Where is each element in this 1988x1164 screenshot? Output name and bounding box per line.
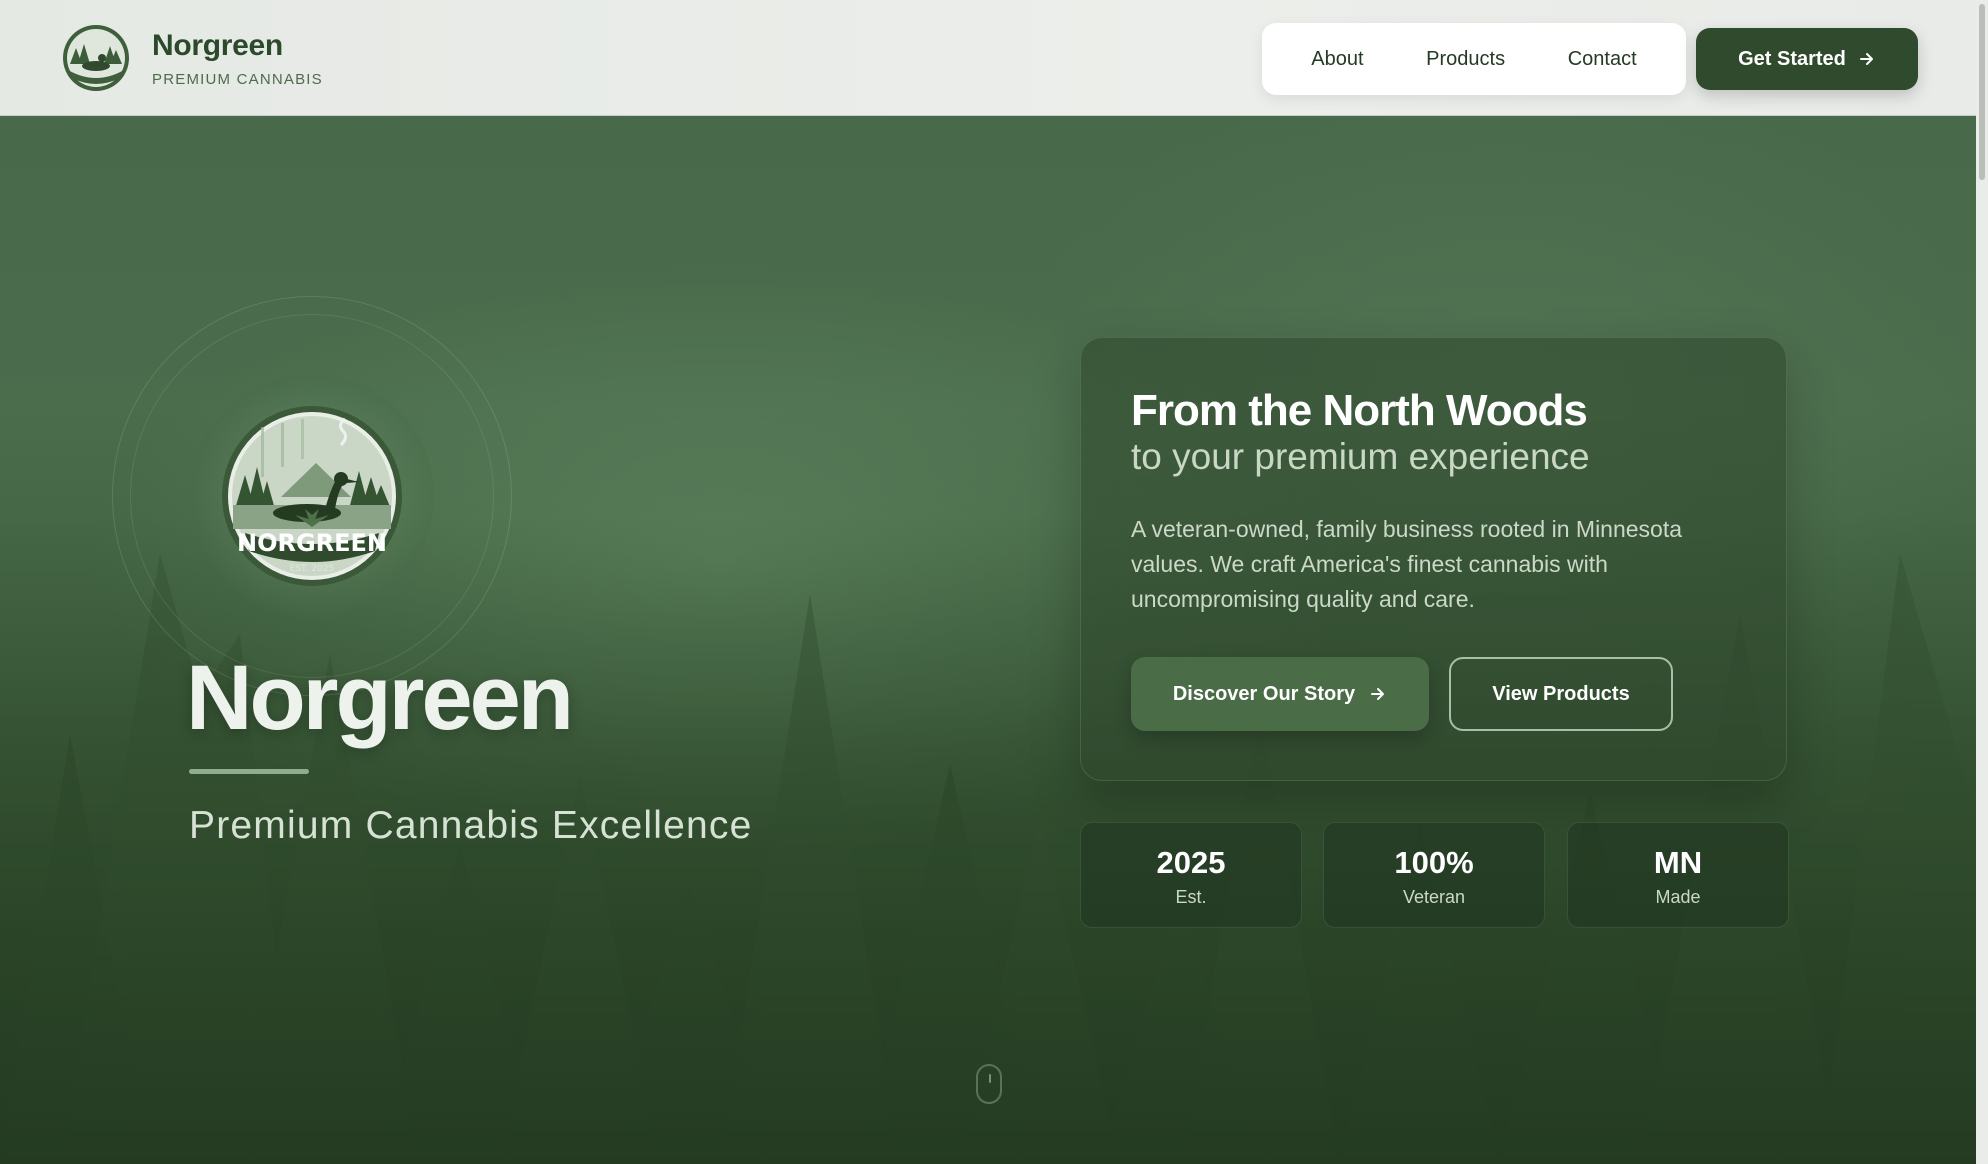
brand-tagline: PREMIUM CANNABIS [152, 70, 323, 88]
scroll-dot [989, 1074, 991, 1083]
nav-link-about[interactable]: About [1311, 48, 1363, 71]
discover-story-label: Discover Our Story [1172, 682, 1356, 705]
nav-link-products[interactable]: Products [1426, 48, 1505, 71]
site-header: Norgreen PREMIUM CANNABIS About Products… [0, 0, 1976, 116]
intro-card: From the North Woods to your premium exp… [1080, 337, 1787, 781]
stat-label: Made [1655, 887, 1701, 907]
stat-value: 2025 [1156, 845, 1226, 880]
scrollbar-thumb[interactable] [1979, 4, 1985, 180]
main-nav: About Products Contact [1262, 23, 1686, 95]
get-started-button[interactable]: Get Started [1696, 28, 1918, 90]
stat-made: MN Made [1567, 822, 1789, 928]
get-started-label: Get Started [1738, 47, 1846, 70]
stat-established: 2025 Est. [1080, 822, 1302, 928]
discover-story-button[interactable]: Discover Our Story [1131, 657, 1429, 731]
nav-link-contact[interactable]: Contact [1568, 48, 1637, 71]
stat-label: Veteran [1402, 887, 1466, 907]
emblem-text: NORGREEN [237, 529, 387, 557]
brand[interactable]: Norgreen PREMIUM CANNABIS [62, 24, 323, 92]
view-products-button[interactable]: View Products [1449, 657, 1673, 731]
card-subheading: to your premium experience [1131, 436, 1590, 477]
stat-value: 100% [1394, 845, 1474, 880]
hero-divider [189, 769, 309, 774]
arrow-right-icon [1371, 688, 1385, 700]
hero-emblem: NORGREEN EST. 2025 [112, 296, 512, 696]
mouse-scroll-icon[interactable] [976, 1064, 1002, 1104]
hero-page: Norgreen PREMIUM CANNABIS About Products… [0, 0, 1976, 1164]
card-body: A veteran-owned, family business rooted … [1131, 516, 1683, 612]
stat-label: Est. [1175, 887, 1207, 907]
emblem-year: EST. 2025 [290, 564, 334, 574]
card-heading: From the North Woods [1131, 386, 1588, 435]
loon-emblem-icon: NORGREEN EST. 2025 [222, 406, 402, 586]
loon-emblem-icon [63, 25, 129, 91]
brand-name: Norgreen [152, 28, 283, 62]
page-scrollbar[interactable] [1976, 0, 1988, 1164]
view-products-label: View Products [1492, 682, 1630, 705]
hero-title: Norgreen [186, 647, 574, 749]
stat-value: MN [1653, 845, 1703, 880]
hero-subtitle: Premium Cannabis Excellence [189, 804, 753, 847]
stat-veteran: 100% Veteran [1323, 822, 1545, 928]
arrow-right-icon [1859, 53, 1873, 65]
